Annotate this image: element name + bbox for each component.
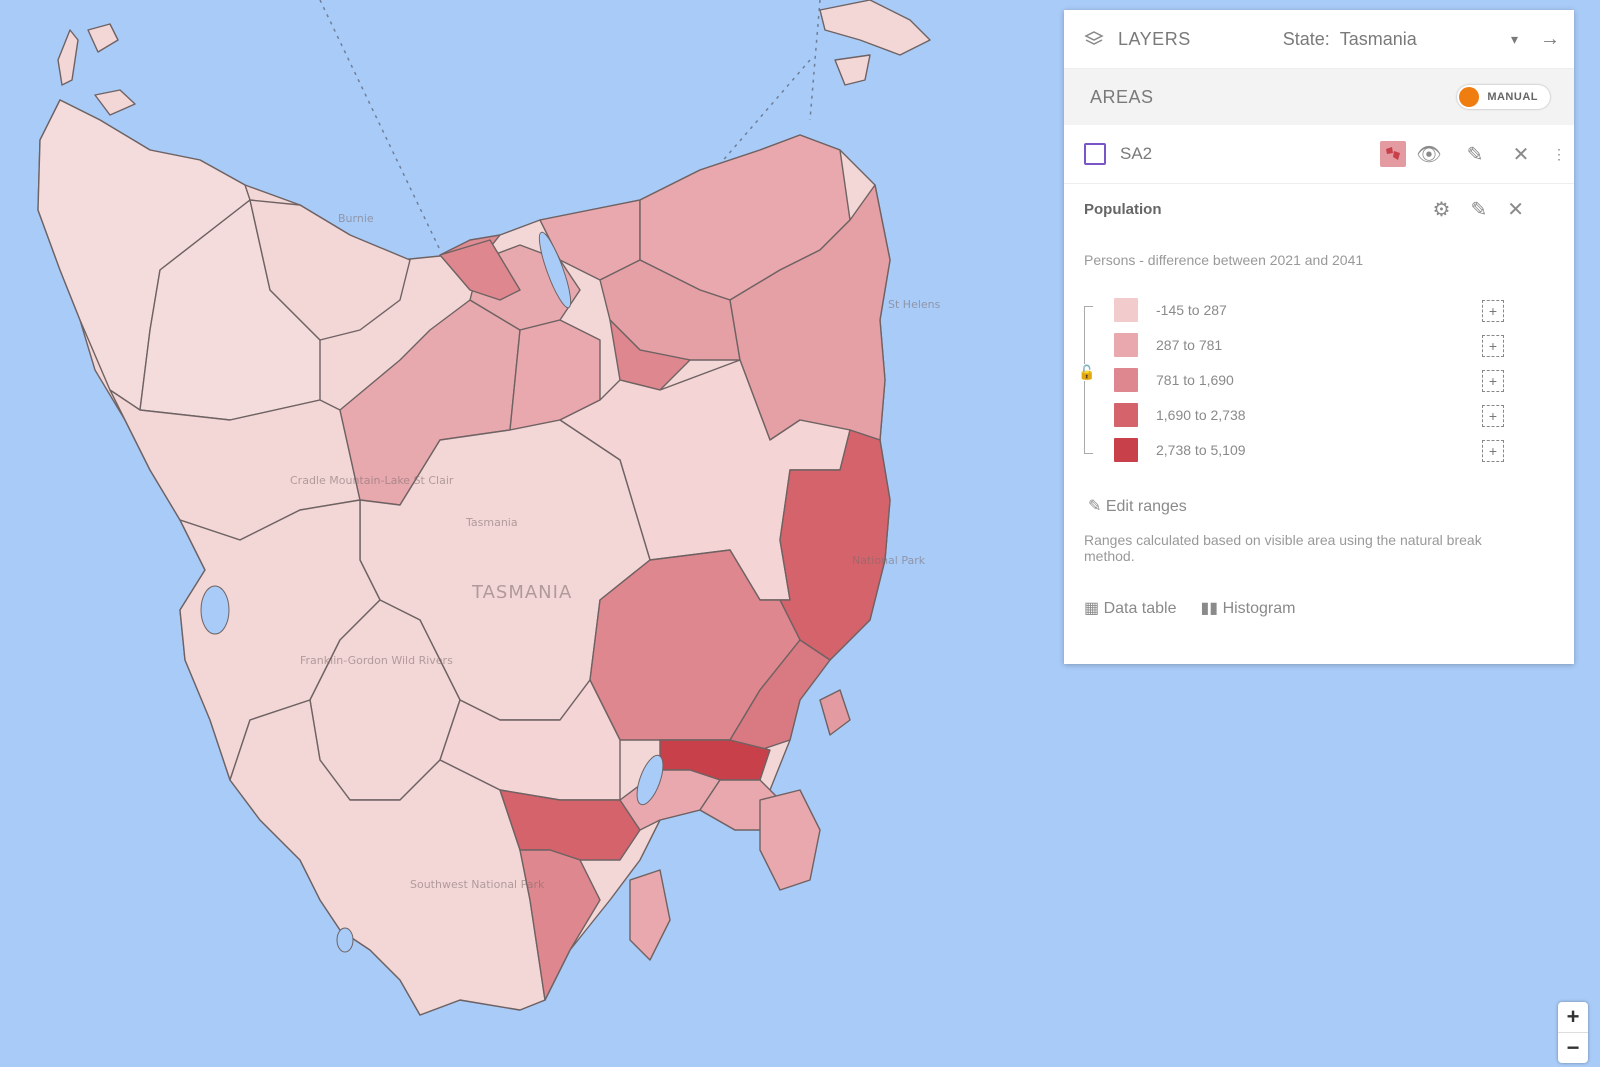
layers-icon[interactable] <box>1082 27 1106 51</box>
legend: 🔓 -145 to 287 287 to 781 781 to 1,690 1,… <box>1078 298 1574 478</box>
legend-label: 2,738 to 5,109 <box>1156 442 1246 458</box>
indicator-title: Population <box>1084 200 1162 218</box>
pencil-icon[interactable]: ✎ <box>1470 197 1487 222</box>
park-label: Franklin-Gordon Wild Rivers <box>300 654 453 667</box>
bar-chart-icon: ▮▮ <box>1200 600 1223 617</box>
data-table-label: Data table <box>1103 600 1177 617</box>
collapse-arrow-icon[interactable]: → <box>1540 28 1560 51</box>
state-select[interactable]: Tasmania <box>1340 29 1417 50</box>
legend-item: 2,738 to 5,109 <box>1114 438 1246 462</box>
state-label: TASMANIA <box>471 582 572 603</box>
histogram-button[interactable]: ▮▮ Histogram <box>1201 598 1296 618</box>
legend-label: 1,690 to 2,738 <box>1156 407 1246 423</box>
legend-swatch <box>1114 403 1138 427</box>
legend-item: 1,690 to 2,738 <box>1114 403 1246 427</box>
legend-swatch <box>1114 438 1138 462</box>
zoom-to-icon[interactable]: + <box>1482 335 1504 357</box>
park-label: National Park <box>852 554 926 567</box>
choropleth-style-icon[interactable] <box>1380 141 1406 167</box>
pencil-icon[interactable]: ✎ <box>1452 142 1498 167</box>
more-icon[interactable]: ⋮ <box>1544 146 1574 163</box>
close-icon[interactable]: ✕ <box>1498 142 1544 167</box>
indicator-header: Population ⚙ ✎ ✕ <box>1064 184 1574 234</box>
layer-name: SA2 <box>1120 144 1153 163</box>
zoom-to-icon[interactable]: + <box>1482 300 1504 322</box>
legend-item: 781 to 1,690 <box>1114 368 1234 392</box>
zoom-to-icon[interactable]: + <box>1482 370 1504 392</box>
eye-icon[interactable]: 👁 <box>1406 142 1452 167</box>
legend-label: 781 to 1,690 <box>1156 372 1234 388</box>
toggle-knob <box>1459 87 1480 107</box>
table-icon: ▦ <box>1084 600 1104 617</box>
areas-title: AREAS <box>1090 86 1154 107</box>
mode-label: MANUAL <box>1487 91 1538 103</box>
areas-bar: AREAS MANUAL <box>1064 69 1574 125</box>
legend-item: -145 to 287 <box>1114 298 1227 322</box>
layer-checkbox[interactable] <box>1084 143 1106 165</box>
zoom-control: + − <box>1558 1002 1588 1063</box>
ranges-note: Ranges calculated based on visible area … <box>1084 532 1482 564</box>
legend-swatch <box>1114 333 1138 357</box>
zoom-to-icon[interactable]: + <box>1482 440 1504 462</box>
edit-ranges-label: Edit ranges <box>1105 498 1187 515</box>
legend-swatch <box>1114 368 1138 392</box>
histogram-label: Histogram <box>1222 600 1296 617</box>
lake <box>336 927 354 953</box>
pencil-icon: ✎ <box>1088 498 1106 515</box>
zoom-to-icon[interactable]: + <box>1482 405 1504 427</box>
panel-header: LAYERS State: Tasmania ▾ → <box>1064 10 1574 69</box>
legend-label: 287 to 781 <box>1156 337 1223 353</box>
place-label: Burnie <box>338 212 374 225</box>
state-label: State: <box>1282 28 1330 49</box>
park-label: Southwest National Park <box>410 878 545 891</box>
park-label: Cradle Mountain-Lake St Clair <box>290 474 454 487</box>
unlock-icon[interactable]: 🔓 <box>1078 364 1096 381</box>
data-table-button[interactable]: ▦ Data table <box>1084 598 1177 618</box>
legend-item: 287 to 781 <box>1114 333 1222 357</box>
zoom-out-button[interactable]: − <box>1558 1033 1588 1063</box>
layers-panel: LAYERS State: Tasmania ▾ → AREAS MANUAL … <box>1064 10 1574 664</box>
chevron-down-icon[interactable]: ▾ <box>1511 31 1518 48</box>
lake <box>200 585 230 635</box>
gear-icon[interactable]: ⚙ <box>1433 197 1451 222</box>
zoom-in-button[interactable]: + <box>1558 1002 1588 1033</box>
layers-title: LAYERS <box>1118 28 1191 49</box>
edit-ranges-link[interactable]: ✎ Edit ranges <box>1088 496 1574 516</box>
layer-row: SA2 👁 ✎ ✕ ⋮ <box>1064 125 1574 184</box>
panel-footer: ▦ Data table ▮▮ Histogram <box>1084 598 1574 618</box>
place-label: Tasmania <box>465 516 518 529</box>
legend-label: -145 to 287 <box>1156 302 1227 318</box>
legend-swatch <box>1114 298 1138 322</box>
close-icon[interactable]: ✕ <box>1507 197 1524 222</box>
mode-toggle[interactable]: MANUAL <box>1457 85 1550 109</box>
place-label: St Helens <box>888 298 941 311</box>
indicator-subtitle: Persons - difference between 2021 and 20… <box>1084 252 1364 268</box>
